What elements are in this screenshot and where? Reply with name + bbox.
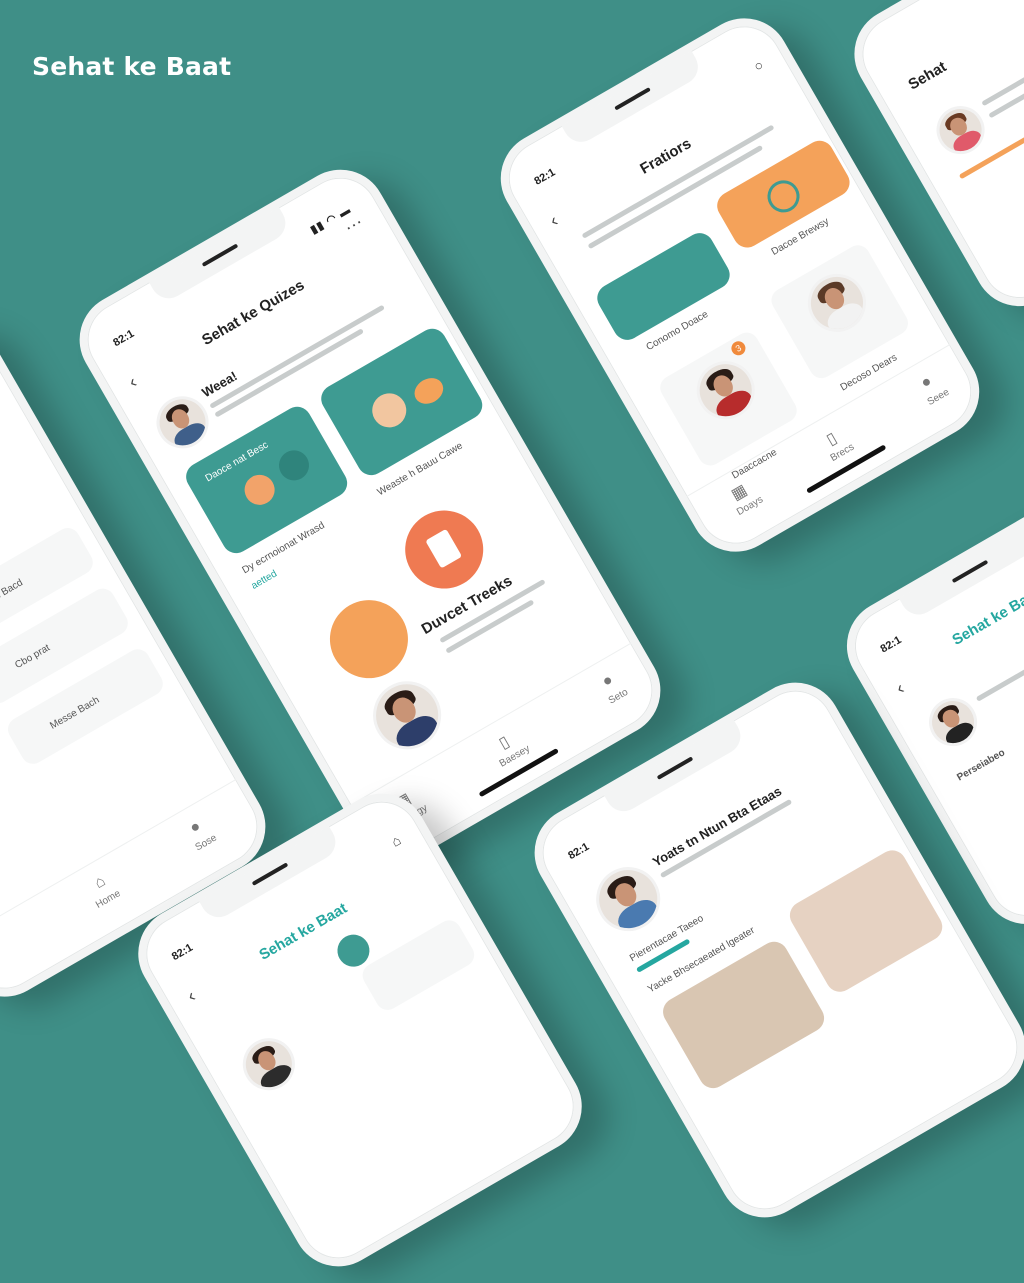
brand-title: Sehat ke Baat (32, 52, 232, 81)
search-icon[interactable]: ○ (751, 56, 766, 74)
profile-icon[interactable]: ● (918, 373, 935, 393)
tracker-avatar[interactable] (315, 585, 423, 693)
status-time: 82:1 (111, 327, 137, 350)
topic-card-right[interactable] (712, 135, 855, 253)
avatar-doctor[interactable] (360, 668, 454, 762)
badge-icon (273, 444, 315, 486)
section-label: Perseiabeo (955, 747, 1007, 784)
profile-icon[interactable]: ● (599, 671, 616, 691)
status-time: 82:1 (169, 941, 195, 964)
avatar[interactable] (233, 1028, 305, 1100)
page-title: Sehat (905, 58, 950, 94)
avatar[interactable] (927, 97, 994, 163)
food-icon (409, 373, 448, 409)
home-icon[interactable]: ⌂ (92, 872, 109, 892)
home-icon[interactable]: ⌂ (388, 832, 403, 850)
photo-card[interactable] (657, 936, 830, 1094)
gears-icon (761, 174, 806, 219)
status-time: 82:1 (566, 840, 592, 863)
text-line (975, 637, 1024, 702)
topic-card-left[interactable] (592, 227, 735, 345)
profile-icon[interactable]: ● (187, 817, 204, 837)
person-icon (366, 387, 413, 434)
status-time: 82:1 (878, 634, 904, 656)
status-time: 82:1 (532, 166, 558, 188)
brain-icon (239, 469, 281, 511)
nav-home-label: Home (93, 888, 123, 911)
book-icon[interactable]: ▯ (823, 428, 841, 450)
info-card[interactable] (358, 915, 479, 1015)
book-icon[interactable]: ▯ (495, 732, 513, 754)
quiz-card-right[interactable] (316, 323, 488, 481)
see-more-link[interactable]: aetted (249, 568, 279, 591)
photo-card[interactable] (784, 845, 948, 997)
